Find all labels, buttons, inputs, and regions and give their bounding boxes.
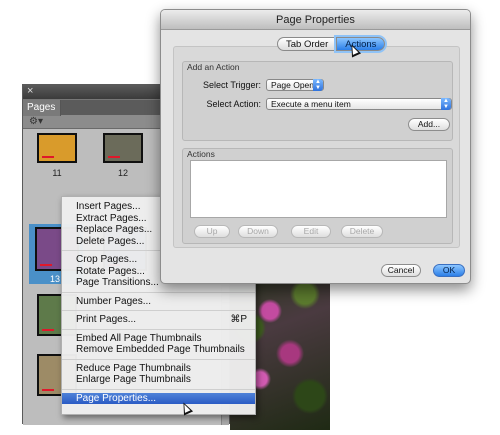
add-button[interactable]: Add... [408,118,450,131]
menu-item-label: Rotate Pages... [76,265,145,277]
menu-separator [62,388,255,390]
add-action-group: Add an Action Select Trigger: Page Open … [182,61,453,141]
edit-button[interactable]: Edit [291,225,331,238]
ok-button[interactable]: OK [433,264,465,277]
menu-item-reduce-thumbnails[interactable]: Reduce Page Thumbnails [62,363,255,375]
thumb-bar [42,156,54,158]
tab-pages[interactable]: Pages [23,100,61,116]
menu-item-embed-thumbnails[interactable]: Embed All Page Thumbnails [62,333,255,345]
thumb-bar [42,389,54,391]
menu-item-label: Extract Pages... [76,212,147,224]
close-icon[interactable]: × [27,85,33,97]
menu-item-print-pages[interactable]: Print Pages... ⌘P [62,314,255,326]
menu-item-label: Embed All Page Thumbnails [76,332,202,344]
menu-separator [62,291,255,293]
options-icon[interactable]: ⚙▾ [29,116,43,127]
menu-item-label: Replace Pages... [76,224,153,235]
trigger-select[interactable]: Page Open ▲ ▼ [266,79,324,91]
delete-button[interactable]: Delete [341,225,383,238]
menu-item-label: Remove Embedded Page Thumbnails [76,344,245,355]
cancel-button[interactable]: Cancel [381,264,421,277]
menu-item-label: Print Pages... [76,314,137,325]
page-thumbnail[interactable] [103,133,143,163]
menu-item-enlarge-thumbnails[interactable]: Enlarge Page Thumbnails [62,374,255,386]
popup-arrows-icon: ▲ ▼ [441,98,451,110]
menu-item-label: Number Pages... [76,295,152,307]
up-button[interactable]: Up [194,225,230,238]
dialog-title: Page Properties [161,10,470,30]
menu-separator [62,358,255,360]
menu-item-page-properties[interactable]: Page Properties... [62,392,255,404]
menu-item-label: Delete Pages... [76,235,145,247]
actions-group: Actions Up Down Edit Delete [182,148,453,244]
actions-list[interactable] [190,160,447,218]
tab-order-tab[interactable]: Tab Order [277,37,337,51]
menu-item-label: Enlarge Page Thumbnails [76,374,191,385]
thumb-bar [42,329,54,331]
menu-item-label: Crop Pages... [76,254,138,265]
tab-control: Tab Order Actions [277,37,386,51]
menu-separator [62,310,255,311]
action-label: Select Action: [206,99,261,109]
page-properties-dialog: Page Properties Add an Action Select Tri… [160,9,471,284]
action-select[interactable]: Execute a menu item ▲ ▼ [266,98,452,110]
action-value: Execute a menu item [271,99,351,109]
group-label: Add an Action [187,62,240,72]
menu-item-remove-embedded-thumbnails[interactable]: Remove Embedded Page Thumbnails [62,344,255,356]
menu-item-label: Page Transitions... [76,277,159,288]
tab-actions[interactable]: Actions [336,37,386,51]
tab-pane: Add an Action Select Trigger: Page Open … [173,46,460,248]
group-label: Actions [187,149,215,159]
menu-separator [62,328,255,330]
menu-item-label: Reduce Page Thumbnails [76,362,191,374]
trigger-label: Select Trigger: [202,80,261,90]
screenshot-stage: × Pages ⚙▾ 11 12 13 Insert Pages... Extr… [0,0,500,435]
page-thumbnail[interactable] [37,133,77,163]
page-number: 11 [52,168,62,178]
thumb-bar [40,264,52,266]
thumb-bar [108,156,120,158]
menu-item-label: Page Properties... [76,392,157,404]
menu-item-number-pages[interactable]: Number Pages... [62,296,255,308]
down-button[interactable]: Down [238,225,278,238]
menu-item-label: Insert Pages... [76,201,141,212]
page-number: 12 [117,168,128,178]
trigger-value: Page Open [271,80,315,90]
popup-arrows-icon: ▲ ▼ [313,79,323,91]
menu-shortcut: ⌘P [230,314,247,325]
